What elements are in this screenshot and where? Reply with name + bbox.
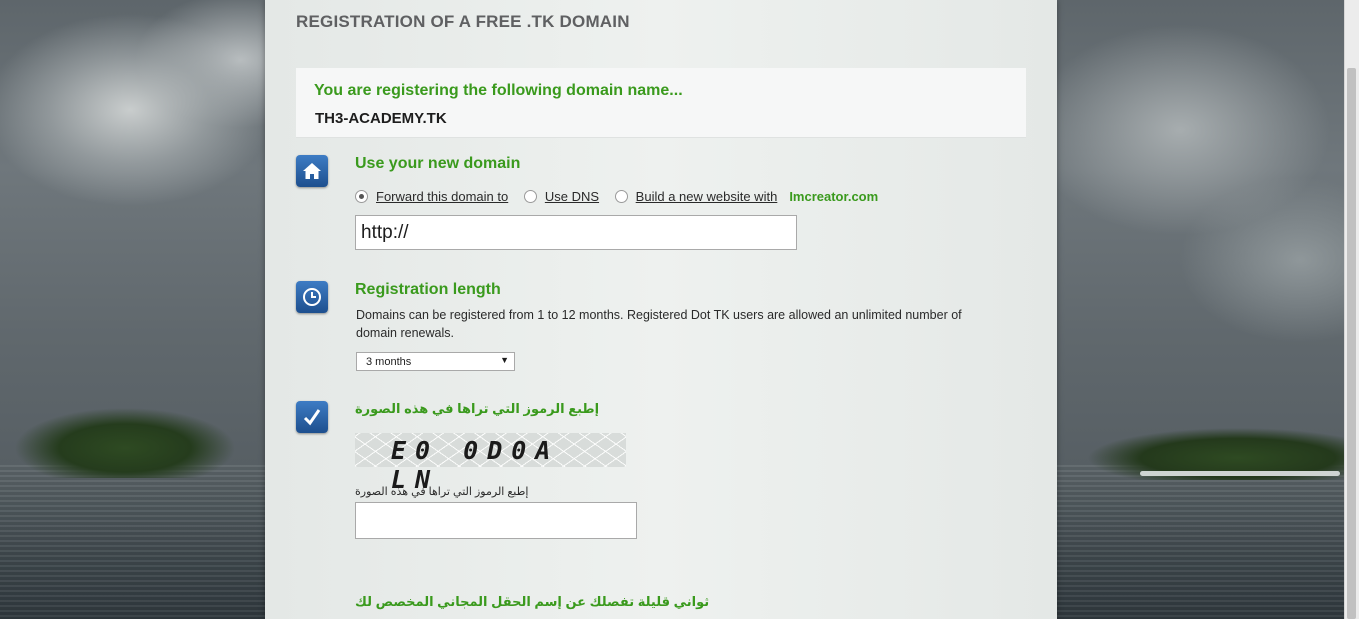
clock-icon	[296, 281, 328, 313]
imcreator-link[interactable]: Imcreator.com	[789, 189, 878, 204]
registration-length-select[interactable]: 3 months ▼	[356, 352, 515, 371]
island-left	[15, 398, 235, 478]
use-domain-title: Use your new domain	[355, 155, 521, 172]
dropdown-caret-icon: ▼	[500, 355, 509, 365]
domain-summary-box: You are registering the following domain…	[296, 68, 1026, 138]
radio-use-dns[interactable]	[523, 190, 537, 204]
page-title: REGISTRATION OF A FREE .TK DOMAIN	[296, 12, 630, 31]
build-website-label[interactable]: Build a new website with	[636, 189, 778, 204]
checkmark-icon	[296, 401, 328, 433]
forward-url-input[interactable]: http://	[355, 215, 797, 250]
captcha-field-label: إطبع الرموز التي تراها في هذه الصورة	[355, 486, 529, 498]
selected-length: 3 months	[366, 356, 412, 368]
page-scrollbar[interactable]	[1344, 0, 1359, 619]
beach	[1140, 471, 1340, 476]
registration-panel: REGISTRATION OF A FREE .TK DOMAIN You ar…	[265, 0, 1057, 619]
domain-name: TH3-ACADEMY.TK	[315, 110, 447, 127]
registration-length-title: Registration length	[355, 281, 501, 298]
scrollbar-thumb[interactable]	[1347, 68, 1356, 619]
footer-message: ثواني قليلة تفصلك عن إسم الحقل المجاني ا…	[355, 594, 710, 609]
registering-message: You are registering the following domain…	[314, 82, 683, 99]
radio-forward[interactable]	[355, 190, 368, 204]
home-icon	[296, 155, 328, 187]
registration-length-description: Domains can be registered from 1 to 12 m…	[356, 308, 962, 340]
captcha-image: E0 0D0A LN	[355, 433, 626, 494]
captcha-heading: إطبع الرموز التي تراها في هذه الصورة	[355, 401, 600, 416]
captcha-input[interactable]	[355, 502, 637, 539]
domain-usage-options: Forward this domain to Use DNS Build a n…	[355, 188, 878, 204]
radio-build-website[interactable]	[614, 190, 628, 204]
use-dns-label[interactable]: Use DNS	[545, 189, 599, 204]
forward-label[interactable]: Forward this domain to	[376, 189, 508, 204]
